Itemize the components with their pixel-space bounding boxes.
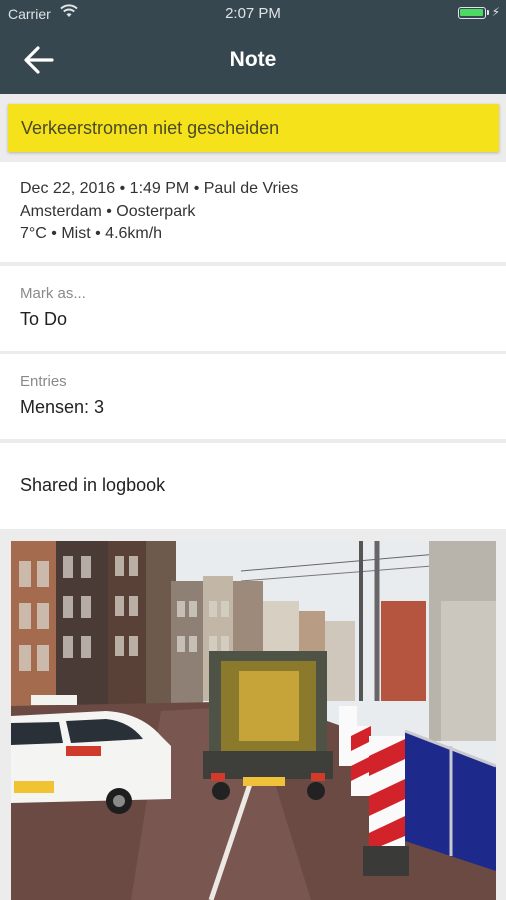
entries-row[interactable]: Entries Mensen: 3 — [0, 354, 506, 439]
shared-in-logbook-label: Shared in logbook — [20, 475, 166, 495]
status-bar: Carrier 2:07 PM ⚡ — [0, 0, 506, 28]
entries-value: Mensen: 3 — [20, 397, 105, 417]
app-bar: Note — [0, 28, 506, 94]
battery-icon — [458, 7, 486, 19]
charging-icon: ⚡ — [491, 5, 500, 19]
battery-cap — [487, 10, 489, 15]
clock: 2:07 PM — [225, 5, 281, 22]
street-scene-image — [11, 541, 496, 900]
mark-as-row[interactable]: Mark as... To Do — [0, 266, 506, 351]
entries-label: Entries — [20, 373, 67, 390]
note-photo[interactable] — [11, 541, 496, 900]
page-title: Note — [229, 48, 277, 71]
note-title: Verkeerstromen niet gescheiden — [21, 118, 280, 138]
note-weather: 7°C • Mist • 4.6km/h — [20, 225, 163, 242]
note-title-banner: Verkeerstromen niet gescheiden — [8, 104, 499, 152]
note-date-author: Dec 22, 2016 • 1:49 PM • Paul de Vries — [20, 180, 299, 197]
shared-in-logbook-row[interactable]: Shared in logbook — [0, 443, 506, 529]
note-meta-card: Dec 22, 2016 • 1:49 PM • Paul de Vries A… — [0, 162, 506, 262]
mark-as-value: To Do — [20, 309, 68, 329]
note-location: Amsterdam • Oosterpark — [20, 203, 196, 220]
mark-as-label: Mark as... — [20, 285, 86, 302]
